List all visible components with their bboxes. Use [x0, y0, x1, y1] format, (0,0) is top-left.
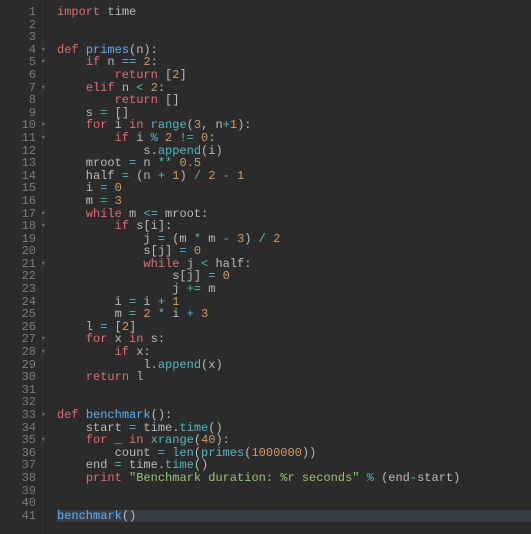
- line-number: 30: [0, 371, 36, 384]
- line-number: 18: [0, 220, 36, 233]
- token-id: ): [179, 169, 193, 183]
- token-id: i: [165, 307, 187, 321]
- token-num: 1000000: [251, 446, 301, 460]
- token-id: [230, 232, 237, 246]
- token-num: 0: [223, 269, 230, 283]
- token-id: (): [122, 509, 136, 523]
- token-id: [57, 471, 86, 485]
- token-op: *: [158, 307, 165, 321]
- code-line[interactable]: benchmark(): [57, 510, 531, 523]
- line-number: 23: [0, 283, 36, 296]
- line-number: 3: [0, 31, 36, 44]
- token-id: [230, 169, 237, 183]
- code-line[interactable]: import time: [57, 6, 531, 19]
- token-id: [215, 169, 222, 183]
- line-number: 13: [0, 157, 36, 170]
- line-number: 1: [0, 6, 36, 19]
- token-kw: import: [57, 5, 100, 19]
- token-op: /: [259, 232, 266, 246]
- token-num: 3: [201, 307, 208, 321]
- token-op: %: [367, 471, 374, 485]
- line-number: 33: [0, 409, 36, 422]
- token-id: time: [100, 5, 136, 19]
- token-id: []: [158, 93, 180, 107]
- code-line[interactable]: i = 0: [57, 182, 531, 195]
- line-number: 11: [0, 132, 36, 145]
- token-id: start): [417, 471, 460, 485]
- line-number: 41: [0, 510, 36, 523]
- token-op: =: [122, 169, 129, 183]
- token-id: ): [244, 232, 258, 246]
- token-id: m: [201, 282, 215, 296]
- token-num: 1: [237, 169, 244, 183]
- token-id: ):: [237, 118, 251, 132]
- token-id: [266, 232, 273, 246]
- token-str: "Benchmark duration: %r seconds": [129, 471, 359, 485]
- token-id: [122, 471, 129, 485]
- token-id: [215, 269, 222, 283]
- line-number: 35: [0, 434, 36, 447]
- token-kw: return: [86, 370, 129, 384]
- token-op: +: [223, 118, 230, 132]
- line-number: 20: [0, 245, 36, 258]
- line-number: 40: [0, 497, 36, 510]
- token-id: [359, 471, 366, 485]
- token-num: 1: [230, 118, 237, 132]
- line-number-gutter: 1234567891011121314151617181920212223242…: [0, 0, 43, 534]
- token-id: l: [129, 370, 143, 384]
- token-id: [151, 307, 158, 321]
- token-op: -: [410, 471, 417, 485]
- code-line[interactable]: half = (n + 1) / 2 - 1: [57, 170, 531, 183]
- line-number: 6: [0, 69, 36, 82]
- code-line[interactable]: [57, 485, 531, 498]
- token-op: /: [194, 169, 201, 183]
- code-line[interactable]: print "Benchmark duration: %r seconds" %…: [57, 472, 531, 485]
- token-id: (i): [201, 144, 223, 158]
- code-line[interactable]: [57, 384, 531, 397]
- code-area[interactable]: import time def primes(n): if n == 2: re…: [43, 0, 531, 534]
- code-line[interactable]: return l: [57, 371, 531, 384]
- token-op: +=: [187, 282, 201, 296]
- token-call: append: [158, 358, 201, 372]
- token-id: ]: [179, 68, 186, 82]
- line-number: 28: [0, 346, 36, 359]
- token-id: )): [302, 446, 316, 460]
- code-line[interactable]: [57, 19, 531, 32]
- line-number: 8: [0, 94, 36, 107]
- token-kw: print: [86, 471, 122, 485]
- line-number: 38: [0, 472, 36, 485]
- token-num: 2: [273, 232, 280, 246]
- token-op: +: [158, 169, 165, 183]
- token-id: (end: [374, 471, 410, 485]
- token-id: [194, 307, 201, 321]
- token-op: +: [187, 307, 194, 321]
- code-editor[interactable]: 1234567891011121314151617181920212223242…: [0, 0, 531, 534]
- line-number: 25: [0, 308, 36, 321]
- token-id: (x): [201, 358, 223, 372]
- token-op: -: [223, 169, 230, 183]
- token-fn: benchmark: [57, 509, 122, 523]
- token-num: 2: [143, 307, 150, 321]
- token-id: (n: [129, 169, 158, 183]
- token-id: m: [201, 232, 223, 246]
- token-op: -: [223, 232, 230, 246]
- line-number: 16: [0, 195, 36, 208]
